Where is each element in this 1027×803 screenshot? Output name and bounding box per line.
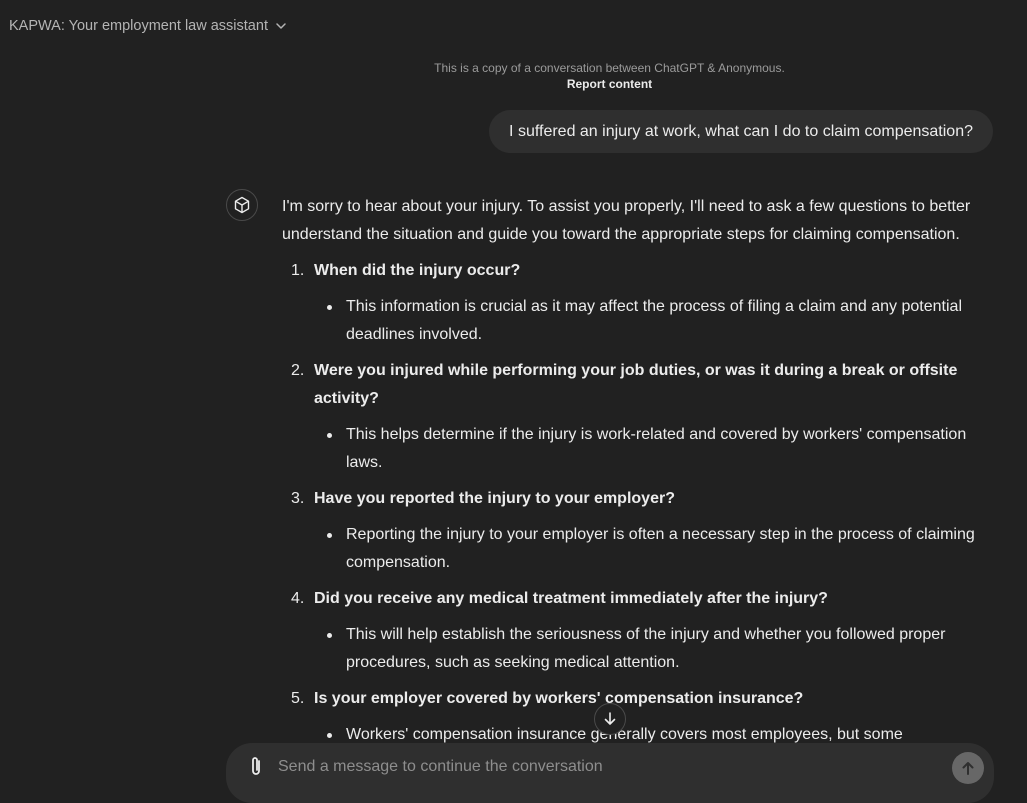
question-number: 1. [291, 262, 305, 279]
openai-logo-icon [234, 196, 250, 214]
question-item: 1. When did the injury occur? This infor… [282, 257, 982, 349]
paperclip-icon[interactable] [246, 755, 266, 779]
assistant-message: I'm sorry to hear about your injury. To … [282, 193, 982, 785]
scroll-to-bottom-button[interactable] [594, 703, 626, 735]
report-content-link[interactable]: Report content [567, 77, 652, 91]
bullet-point [327, 533, 332, 538]
send-button[interactable] [952, 752, 984, 784]
bullet-point [327, 433, 332, 438]
question-item: 2. Were you injured while performing you… [282, 357, 982, 477]
question-number: 5. [291, 690, 305, 707]
message-input[interactable] [278, 755, 918, 779]
question-detail: This helps determine if the injury is wo… [314, 421, 982, 477]
message-composer [226, 743, 994, 803]
question-title: Did you receive any medical treatment im… [314, 590, 828, 607]
arrow-up-icon [962, 762, 974, 775]
bullet-point [327, 733, 332, 738]
question-title: Were you injured while performing your j… [314, 362, 958, 407]
question-item: 3. Have you reported the injury to your … [282, 485, 982, 577]
question-number: 2. [291, 362, 305, 379]
question-detail: This information is crucial as it may af… [314, 293, 982, 349]
question-list: 1. When did the injury occur? This infor… [282, 257, 982, 777]
assistant-intro: I'm sorry to hear about your injury. To … [282, 198, 971, 243]
question-number: 3. [291, 490, 305, 507]
bullet-point [327, 305, 332, 310]
question-detail: Reporting the injury to your employer is… [314, 521, 982, 577]
question-detail: This will help establish the seriousness… [314, 621, 982, 677]
user-message: I suffered an injury at work, what can I… [489, 110, 993, 153]
question-title: Is your employer covered by workers' com… [314, 690, 804, 707]
question-detail-text: This helps determine if the injury is wo… [346, 426, 967, 471]
bullet-point [327, 633, 332, 638]
question-detail-text: Reporting the injury to your employer is… [346, 526, 975, 571]
question-title: Have you reported the injury to your emp… [314, 490, 675, 507]
assistant-avatar [226, 189, 258, 221]
top-bar: KAPWA: Your employment law assistant [0, 0, 1027, 52]
question-item: 4. Did you receive any medical treatment… [282, 585, 982, 677]
gpt-title: KAPWA: Your employment law assistant [9, 18, 268, 34]
arrow-down-icon [604, 712, 616, 725]
question-detail-text: This information is crucial as it may af… [346, 298, 962, 343]
shared-conversation-note: This is a copy of a conversation between… [434, 61, 785, 75]
report-row: Report content [0, 77, 1027, 91]
chevron-down-icon [275, 20, 287, 32]
question-detail-text: This will help establish the seriousness… [346, 626, 946, 671]
question-number: 4. [291, 590, 305, 607]
question-title: When did the injury occur? [314, 262, 521, 279]
gpt-title-dropdown[interactable]: KAPWA: Your employment law assistant [9, 18, 287, 34]
